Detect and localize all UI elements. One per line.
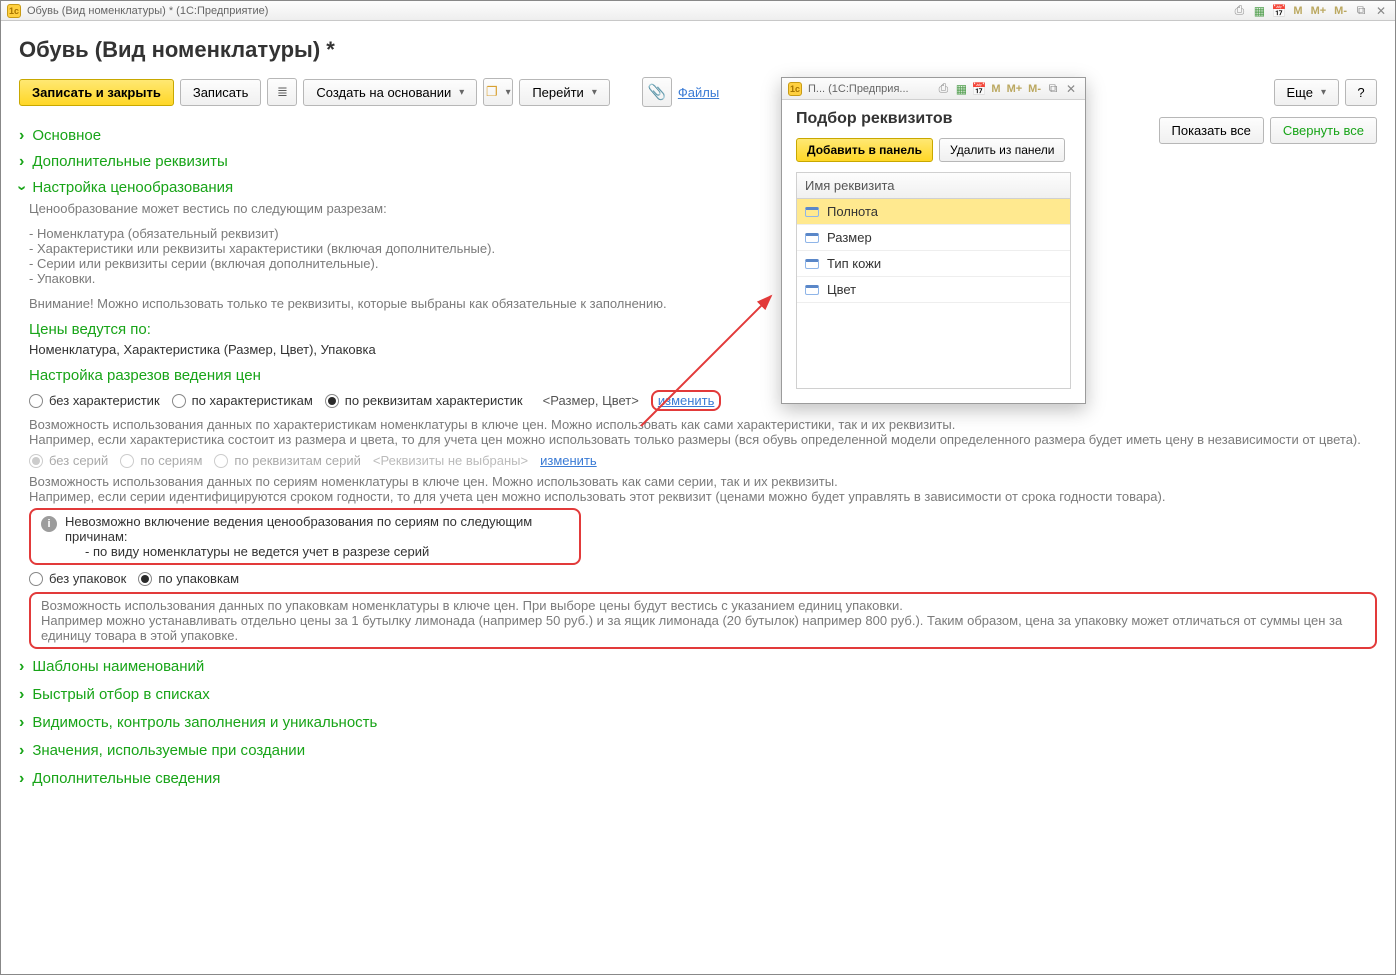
popup-add-button[interactable]: Добавить в панель xyxy=(796,138,933,162)
item-icon xyxy=(805,259,819,269)
restore-icon[interactable]: ⧉ xyxy=(1353,3,1369,19)
attach-button[interactable]: 📎 xyxy=(642,77,672,107)
go-button[interactable]: Перейти xyxy=(519,79,610,106)
popup-window: 1c П... (1С:Предприя... ⎙ ▦ 📅 M M+ M- ⧉ … xyxy=(781,77,1086,404)
section-addl-props[interactable]: Дополнительные реквизиты xyxy=(19,149,1377,175)
char-change-link[interactable]: изменить xyxy=(658,393,715,408)
series-radio-row: без серий по сериям по реквизитам серий … xyxy=(29,453,1377,468)
calc-icon[interactable]: ▦ xyxy=(1251,3,1267,19)
char-change-box: изменить xyxy=(651,390,722,411)
paperclip-icon: 📎 xyxy=(648,83,667,101)
char-selected: <Размер, Цвет> xyxy=(543,393,639,408)
pack-radio-row: без упаковок по упаковкам xyxy=(29,571,1377,586)
char-radio-row: без характеристик по характеристикам по … xyxy=(29,390,1377,411)
print-icon[interactable]: ⎙ xyxy=(1231,3,1247,19)
main-toolbar: Записать и закрыть Записать ≣ Создать на… xyxy=(19,77,1377,107)
radio-pack-by[interactable]: по упаковкам xyxy=(138,571,239,586)
series-help: Возможность использования данных по сери… xyxy=(29,474,1377,504)
list-item[interactable]: Полнота xyxy=(797,199,1070,225)
series-change-link[interactable]: изменить xyxy=(540,453,597,468)
popup-app-icon: 1c xyxy=(788,82,802,96)
app-icon: 1c xyxy=(7,4,21,18)
pricing-warning: Внимание! Можно использовать только те р… xyxy=(29,296,1377,311)
popup-list-header: Имя реквизита xyxy=(796,172,1071,199)
content-area: Обувь (Вид номенклатуры) * Записать и за… xyxy=(1,21,1395,974)
mminus-button[interactable]: M- xyxy=(1332,5,1349,17)
files-link[interactable]: Файлы xyxy=(678,85,719,100)
info-icon: i xyxy=(41,516,57,532)
popup-m[interactable]: M xyxy=(989,83,1002,95)
series-error-pane: i Невозможно включение ведения ценообраз… xyxy=(29,508,581,565)
item-icon xyxy=(805,233,819,243)
item-icon xyxy=(805,207,819,217)
section-defaults[interactable]: Значения, используемые при создании xyxy=(19,737,1377,765)
popup-mplus[interactable]: M+ xyxy=(1005,83,1025,95)
pricing-b1: - Номенклатура (обязательный реквизит) xyxy=(29,226,1377,241)
create-based-button[interactable]: Создать на основании xyxy=(303,79,477,106)
section-visibility[interactable]: Видимость, контроль заполнения и уникаль… xyxy=(19,709,1377,737)
list-item[interactable]: Цвет xyxy=(797,277,1070,303)
main-window: 1c Обувь (Вид номенклатуры) * (1С:Предпр… xyxy=(0,0,1396,975)
report-icon: ≣ xyxy=(277,84,288,100)
report-button[interactable]: ≣ xyxy=(267,78,297,106)
save-button[interactable]: Записать xyxy=(180,79,262,106)
popup-mminus[interactable]: M- xyxy=(1026,83,1043,95)
list-item[interactable]: Тип кожи xyxy=(797,251,1070,277)
radio-char-props[interactable]: по реквизитам характеристик xyxy=(325,393,523,408)
popup-close-icon[interactable]: ✕ xyxy=(1063,81,1079,97)
pricing-b4: - Упаковки. xyxy=(29,271,1377,286)
popup-calc-icon[interactable]: ▦ xyxy=(953,81,969,97)
puzzle-button[interactable]: ❐ xyxy=(483,78,513,106)
popup-calendar-icon[interactable]: 📅 xyxy=(971,81,987,97)
save-close-button[interactable]: Записать и закрыть xyxy=(19,79,174,106)
popup-restore-icon[interactable]: ⧉ xyxy=(1045,81,1061,97)
m-button[interactable]: M xyxy=(1291,5,1304,17)
titlebar: 1c Обувь (Вид номенклатуры) * (1С:Предпр… xyxy=(1,1,1395,21)
radio-pack-none[interactable]: без упаковок xyxy=(29,571,126,586)
help-button[interactable]: ? xyxy=(1345,79,1377,106)
show-all-button[interactable]: Показать все xyxy=(1159,117,1264,144)
close-icon[interactable]: ✕ xyxy=(1373,3,1389,19)
radio-series-props: по реквизитам серий xyxy=(214,453,361,468)
popup-heading: Подбор реквизитов xyxy=(782,100,1085,138)
pack-help-pane: Возможность использования данных по упак… xyxy=(29,592,1377,649)
pack-help: Возможность использования данных по упак… xyxy=(41,598,1365,643)
popup-title: П... (1С:Предприя... xyxy=(808,83,909,95)
series-not-selected: <Реквизиты не выбраны> xyxy=(373,453,528,468)
char-help: Возможность использования данных по хара… xyxy=(29,417,1377,447)
radio-char-by[interactable]: по характеристикам xyxy=(172,393,313,408)
popup-remove-button[interactable]: Удалить из панели xyxy=(939,138,1065,162)
item-icon xyxy=(805,285,819,295)
section-addl-info[interactable]: Дополнительные сведения xyxy=(19,765,1377,793)
puzzle-icon: ❐ xyxy=(486,84,498,100)
section-quick-filter[interactable]: Быстрый отбор в списках xyxy=(19,681,1377,709)
page-title: Обувь (Вид номенклатуры) * xyxy=(19,37,1377,63)
popup-print-icon[interactable]: ⎙ xyxy=(935,81,951,97)
pricing-b3: - Серии или реквизиты серии (включая доп… xyxy=(29,256,1377,271)
section-pricing[interactable]: Настройка ценообразования xyxy=(19,175,1377,201)
series-error-line: - по виду номенклатуры не ведется учет в… xyxy=(65,544,569,559)
collapse-all-button[interactable]: Свернуть все xyxy=(1270,117,1377,144)
radio-series-by: по сериям xyxy=(120,453,202,468)
popup-titlebar: 1c П... (1С:Предприя... ⎙ ▦ 📅 M M+ M- ⧉ … xyxy=(782,78,1085,100)
series-error-head: Невозможно включение ведения ценообразов… xyxy=(65,514,569,544)
popup-list: Полнота Размер Тип кожи Цвет xyxy=(796,199,1071,389)
mplus-button[interactable]: M+ xyxy=(1309,5,1329,17)
pricing-b2: - Характеристики или реквизиты характери… xyxy=(29,241,1377,256)
window-title: Обувь (Вид номенклатуры) * (1С:Предприят… xyxy=(27,5,268,17)
prices-by-heading: Цены ведутся по: xyxy=(29,321,1377,338)
radio-char-none[interactable]: без характеристик xyxy=(29,393,160,408)
list-item[interactable]: Размер xyxy=(797,225,1070,251)
calendar-icon[interactable]: 📅 xyxy=(1271,3,1287,19)
pricing-intro: Ценообразование может вестись по следующ… xyxy=(29,201,1377,216)
dims-heading: Настройка разрезов ведения цен xyxy=(29,367,1377,384)
more-button[interactable]: Еще xyxy=(1274,79,1339,106)
prices-by-value: Номенклатура, Характеристика (Размер, Цв… xyxy=(29,342,1377,357)
section-name-templates[interactable]: Шаблоны наименований xyxy=(19,653,1377,681)
radio-series-none: без серий xyxy=(29,453,108,468)
